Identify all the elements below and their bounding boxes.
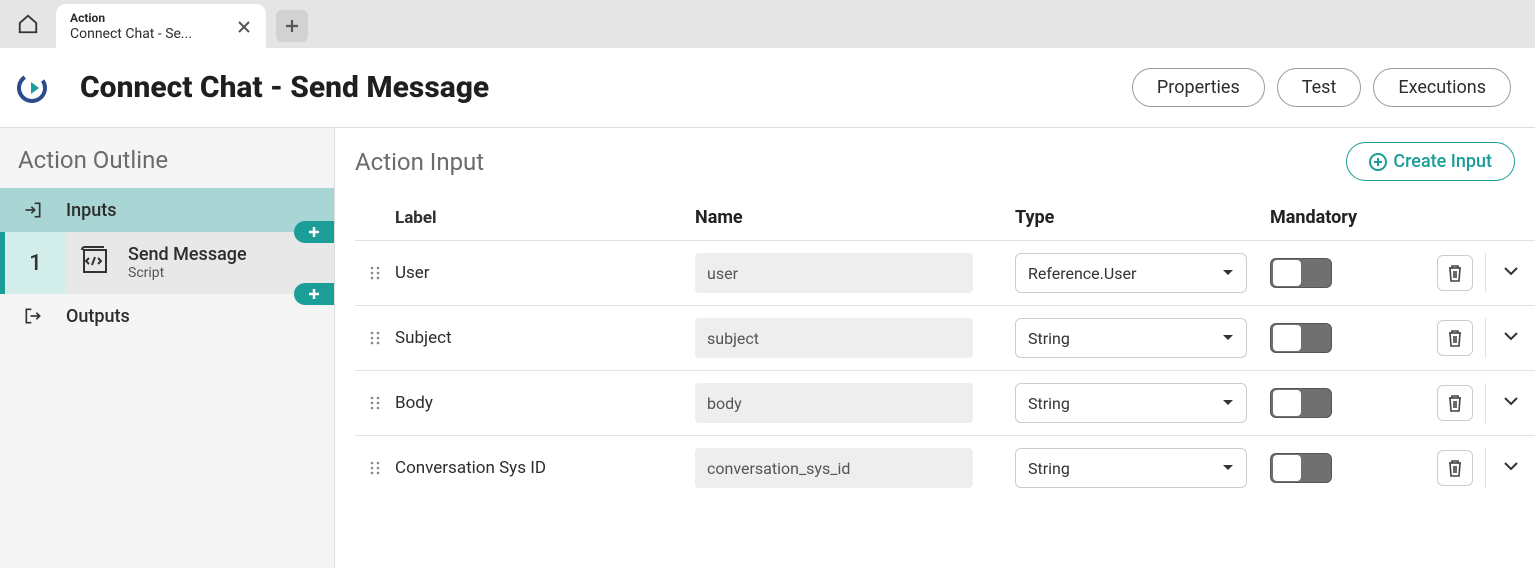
type-value: Reference.User (1028, 264, 1136, 283)
plus-icon (307, 225, 321, 239)
chevron-down-icon (1503, 396, 1519, 406)
script-icon (78, 244, 112, 278)
col-mandatory: Mandatory (1270, 207, 1425, 228)
trash-icon (1447, 459, 1463, 477)
caret-down-icon (1222, 334, 1234, 342)
tab-close-button[interactable] (234, 17, 254, 37)
row-type-select[interactable]: String (1015, 318, 1247, 358)
add-step-before-button[interactable] (294, 221, 334, 243)
col-label: Label (395, 208, 695, 228)
row-type-select[interactable]: Reference.User (1015, 253, 1247, 293)
step-title: Send Message (128, 245, 247, 265)
trash-icon (1447, 329, 1463, 347)
table-row: User Reference.User (355, 240, 1535, 305)
section-title: Action Input (355, 148, 1346, 176)
expand-row-button[interactable] (1493, 448, 1529, 484)
tab-title: Connect Chat - Se... (70, 26, 220, 43)
drag-icon (370, 461, 380, 475)
expand-row-button[interactable] (1493, 383, 1529, 419)
table-row: Conversation Sys ID String (355, 435, 1535, 500)
caret-down-icon (1222, 464, 1234, 472)
create-input-label: Create Input (1393, 151, 1492, 172)
row-label: Subject (395, 328, 695, 348)
inputs-label: Inputs (66, 200, 117, 221)
caret-down-icon (1222, 269, 1234, 277)
outline-title: Action Outline (0, 128, 334, 188)
drag-icon (370, 396, 380, 410)
chevron-down-icon (1503, 461, 1519, 471)
mandatory-toggle[interactable] (1270, 453, 1332, 483)
home-button[interactable] (8, 4, 48, 44)
type-value: String (1028, 329, 1070, 348)
type-value: String (1028, 459, 1070, 478)
expand-row-button[interactable] (1493, 253, 1529, 289)
row-label: Conversation Sys ID (395, 458, 695, 478)
app-icon (14, 70, 50, 106)
tab-text: Action Connect Chat - Se... (70, 11, 228, 42)
sidebar: Action Outline Inputs 1 Send Message (0, 128, 335, 568)
outputs-label: Outputs (66, 306, 130, 327)
page-header: Connect Chat - Send Message Properties T… (0, 48, 1535, 128)
drag-handle[interactable] (355, 396, 395, 410)
home-icon (17, 13, 39, 35)
caret-down-icon (1222, 399, 1234, 407)
tab-action[interactable]: Action Connect Chat - Se... (56, 4, 266, 48)
input-table: Label Name Type Mandatory User Reference… (355, 195, 1535, 500)
table-row: Body String (355, 370, 1535, 435)
page-title: Connect Chat - Send Message (80, 70, 1120, 105)
step-number: 1 (5, 232, 66, 294)
drag-handle[interactable] (355, 461, 395, 475)
sidebar-item-outputs[interactable]: Outputs (0, 294, 334, 338)
sidebar-item-step[interactable]: 1 Send Message Script (0, 232, 334, 294)
drag-handle[interactable] (355, 266, 395, 280)
mandatory-toggle[interactable] (1270, 258, 1332, 288)
main-panel: Action Input Create Input Label Name Typ… (335, 128, 1535, 568)
tab-category: Action (70, 11, 228, 25)
row-type-select[interactable]: String (1015, 383, 1247, 423)
topbar: Action Connect Chat - Se... (0, 0, 1535, 48)
executions-button[interactable]: Executions (1373, 68, 1511, 107)
col-name: Name (695, 207, 1015, 228)
plus-circle-icon (1369, 153, 1387, 171)
row-name-input[interactable] (695, 448, 973, 488)
drag-handle[interactable] (355, 331, 395, 345)
table-row: Subject String (355, 305, 1535, 370)
arrow-circle-icon (16, 72, 48, 104)
content: Action Outline Inputs 1 Send Message (0, 128, 1535, 568)
test-button[interactable]: Test (1277, 68, 1362, 107)
delete-row-button[interactable] (1437, 450, 1473, 486)
row-name-input[interactable] (695, 253, 973, 293)
delete-row-button[interactable] (1437, 255, 1473, 291)
row-name-input[interactable] (695, 318, 973, 358)
drag-icon (370, 266, 380, 280)
delete-row-button[interactable] (1437, 320, 1473, 356)
drag-icon (370, 331, 380, 345)
sidebar-item-inputs[interactable]: Inputs (0, 188, 334, 232)
properties-button[interactable]: Properties (1132, 68, 1265, 107)
expand-row-button[interactable] (1493, 318, 1529, 354)
create-input-button[interactable]: Create Input (1346, 142, 1515, 181)
row-name-input[interactable] (695, 383, 973, 423)
chevron-down-icon (1503, 331, 1519, 341)
table-header: Label Name Type Mandatory (355, 195, 1535, 240)
output-icon (23, 306, 43, 326)
col-type: Type (1015, 207, 1270, 228)
delete-row-button[interactable] (1437, 385, 1473, 421)
mandatory-toggle[interactable] (1270, 388, 1332, 418)
chevron-down-icon (1503, 266, 1519, 276)
row-label: Body (395, 393, 695, 413)
plus-icon (284, 18, 300, 34)
row-label: User (395, 263, 695, 283)
new-tab-button[interactable] (276, 10, 308, 42)
trash-icon (1447, 394, 1463, 412)
close-icon (237, 20, 251, 34)
trash-icon (1447, 264, 1463, 282)
input-icon (23, 200, 43, 220)
mandatory-toggle[interactable] (1270, 323, 1332, 353)
type-value: String (1028, 394, 1070, 413)
step-subtitle: Script (128, 265, 247, 281)
row-type-select[interactable]: String (1015, 448, 1247, 488)
